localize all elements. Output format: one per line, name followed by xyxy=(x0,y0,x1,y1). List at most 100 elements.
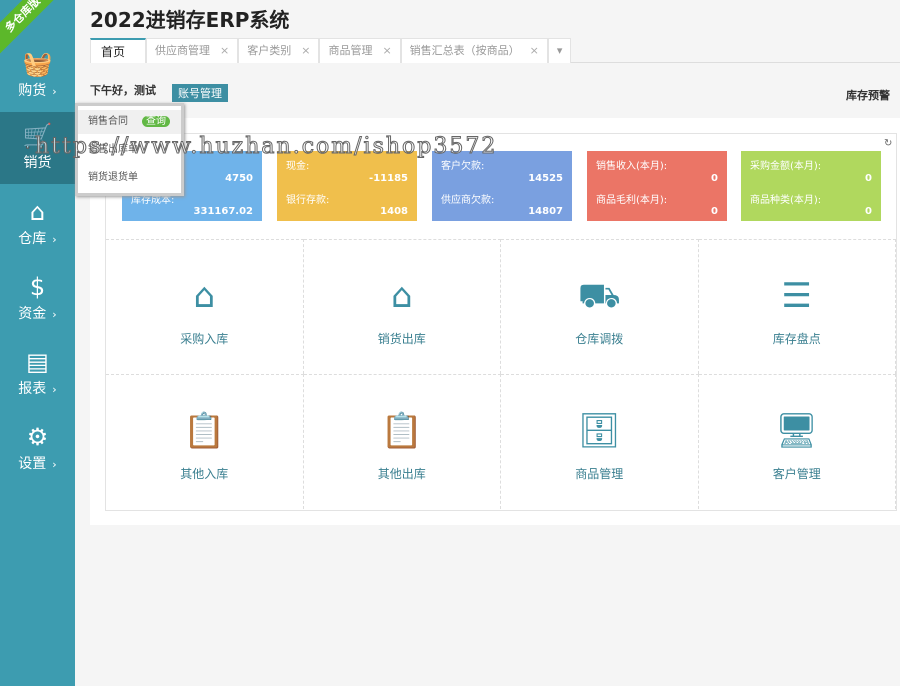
drawer-icon: 🗄 xyxy=(577,411,621,451)
nav-label: 销货 xyxy=(23,155,52,171)
report-icon: ▤ xyxy=(26,348,49,376)
shortcut-other-in[interactable]: 📋 其他入库 xyxy=(106,374,304,509)
shortcut-goods[interactable]: 🗄 商品管理 xyxy=(501,374,699,509)
gear-icon: ⚙ xyxy=(26,423,49,451)
shortcut-transfer[interactable]: ⛟ 仓库调拨 xyxy=(501,239,699,374)
stat-card: 客户欠款: 14525 供应商欠款: 14807 xyxy=(432,151,572,221)
sidebar-item-warehouse[interactable]: ⌂ 仓库 › xyxy=(0,188,75,260)
shortcut-customers[interactable]: 🖥 客户管理 xyxy=(698,374,896,509)
cart-icon: 🛒 xyxy=(22,122,53,150)
shortcut-label: 客户管理 xyxy=(772,467,821,481)
sidebar-item-funds[interactable]: $ 资金 › xyxy=(0,263,75,335)
stat-label: 商品种类(本月): xyxy=(750,195,822,206)
stat-label: 商品毛利(本月): xyxy=(596,195,668,206)
tab-label: 商品管理 xyxy=(328,44,373,57)
stat-value: 1408 xyxy=(380,206,408,217)
nav-label: 设置 xyxy=(18,456,47,472)
shortcut-label: 库存盘点 xyxy=(772,332,821,346)
shortcut-label: 销货出库 xyxy=(377,332,426,346)
menu-item-sales-return[interactable]: 销货退货单 xyxy=(78,166,181,190)
stat-card: 采购金额(本月): 0 商品种类(本月): 0 xyxy=(741,151,881,221)
stat-value: 331167.02 xyxy=(193,206,253,217)
chevron-right-icon: › xyxy=(52,85,57,98)
shortcut-label: 商品管理 xyxy=(575,467,624,481)
close-icon[interactable]: × xyxy=(220,39,229,63)
clipboard-icon: 📋 xyxy=(183,411,226,451)
clipboard-icon: 📋 xyxy=(380,411,423,451)
shortcut-sales-out[interactable]: ⌂ 销货出库 xyxy=(303,239,501,374)
tab-goods[interactable]: 商品管理 × xyxy=(319,38,401,63)
shortcut-label: 其他出库 xyxy=(377,467,426,481)
tab-home[interactable]: 首页 xyxy=(90,38,147,63)
sidebar-item-sales[interactable]: 🛒 销货 xyxy=(0,112,75,184)
nav-label: 报表 xyxy=(18,381,47,397)
nav-label: 购货 xyxy=(18,83,47,99)
nav-label: 仓库 xyxy=(18,231,47,247)
stat-label: 银行存款: xyxy=(286,195,330,206)
chevron-right-icon: › xyxy=(52,458,57,471)
shortcut-other-out[interactable]: 📋 其他出库 xyxy=(303,374,501,509)
basket-icon: 🧺 xyxy=(22,50,53,78)
sidebar-item-reports[interactable]: ▤ 报表 › xyxy=(0,338,75,410)
shortcut-label: 其他入库 xyxy=(180,467,229,481)
query-badge[interactable]: 查询 xyxy=(142,116,170,127)
dollar-icon: $ xyxy=(29,273,46,301)
warehouse-icon: ⌂ xyxy=(29,198,46,226)
account-button[interactable]: 账号管理 xyxy=(172,84,228,102)
stat-label: 采购金额(本月): xyxy=(750,161,822,172)
stat-label: 销售收入(本月): xyxy=(596,161,668,172)
tab-supplier[interactable]: 供应商管理 × xyxy=(146,38,239,63)
monitor-user-icon: 🖥 xyxy=(775,411,819,451)
truck-icon: ⛟ xyxy=(577,276,621,316)
tab-label: 销售汇总表（按商品） xyxy=(409,44,520,57)
sidebar-item-purchase[interactable]: 🧺 购货 › xyxy=(0,40,75,112)
stat-label: 供应商欠款: xyxy=(441,195,495,206)
sidebar: 多仓库版 🧺 购货 › 🛒 销货 ⌂ 仓库 › $ 资金 › ▤ 报表 › ⚙ 设置 › xyxy=(0,0,75,686)
menu-label: 销货退货单 xyxy=(88,172,138,183)
chevron-right-icon: › xyxy=(52,233,57,246)
menu-item-sales-contract[interactable]: 销售合同 查询 xyxy=(78,110,181,134)
sidebar-item-settings[interactable]: ⚙ 设置 › xyxy=(0,413,75,485)
sales-submenu: 销售合同 查询 销售出库单 销货退货单 xyxy=(75,103,184,196)
tab-customer-category[interactable]: 客户类别 × xyxy=(238,38,320,63)
chevron-right-icon: › xyxy=(52,383,57,396)
shortcut-label: 仓库调拨 xyxy=(575,332,624,346)
stat-value: 0 xyxy=(711,206,718,217)
welcome-text: 下午好，测试 xyxy=(90,84,156,97)
stat-value: 4750 xyxy=(225,173,253,184)
menu-label: 销售出库单 xyxy=(88,144,138,155)
refresh-icon[interactable]: ↻ xyxy=(884,138,892,149)
stat-value: 0 xyxy=(865,206,872,217)
shortcut-stocktake[interactable]: ☰ 库存盘点 xyxy=(698,239,896,374)
page-title: 2022进销存ERP系统 xyxy=(90,8,290,32)
caret-down-icon: ▾ xyxy=(556,44,563,57)
menu-item-sales-out[interactable]: 销售出库单 xyxy=(78,138,181,162)
tab-label: 供应商管理 xyxy=(155,44,211,57)
tab-dropdown[interactable]: ▾ xyxy=(547,38,572,63)
stat-value: 0 xyxy=(711,173,718,184)
tab-bar: 首页 供应商管理 × 客户类别 × 商品管理 × 销售汇总表（按商品） × ▾ xyxy=(90,38,900,63)
shortcut-grid: ⌂ 采购入库 ⌂ 销货出库 ⛟ 仓库调拨 ☰ 库存盘点 📋 其他入库 📋 其他出库 🗄 商品管… xyxy=(106,239,896,509)
tab-label: 客户类别 xyxy=(247,44,292,57)
tab-sales-summary[interactable]: 销售汇总表（按商品） × xyxy=(400,38,548,63)
stat-card: 现金: -11185 银行存款: 1408 xyxy=(277,151,417,221)
stat-value: -11185 xyxy=(369,173,408,184)
close-icon[interactable]: × xyxy=(301,39,310,63)
stock-alert-link[interactable]: 库存预警 xyxy=(846,87,890,103)
stat-value: 0 xyxy=(865,173,872,184)
tab-label: 首页 xyxy=(101,45,126,59)
shortcut-label: 采购入库 xyxy=(180,332,229,346)
house-arrow-icon: ⌂ xyxy=(390,276,413,316)
stat-label: 现金: xyxy=(286,161,310,172)
stat-value: 14525 xyxy=(528,173,563,184)
chevron-right-icon: › xyxy=(52,308,57,321)
close-icon[interactable]: × xyxy=(382,39,391,63)
shortcut-purchase-in[interactable]: ⌂ 采购入库 xyxy=(106,239,304,374)
menu-label: 销售合同 xyxy=(88,116,128,127)
stat-label: 客户欠款: xyxy=(441,161,485,172)
stat-card: 销售收入(本月): 0 商品毛利(本月): 0 xyxy=(587,151,727,221)
house-arrow-icon: ⌂ xyxy=(193,276,216,316)
nav-label: 资金 xyxy=(18,306,47,322)
stat-value: 14807 xyxy=(528,206,563,217)
close-icon[interactable]: × xyxy=(530,39,539,63)
